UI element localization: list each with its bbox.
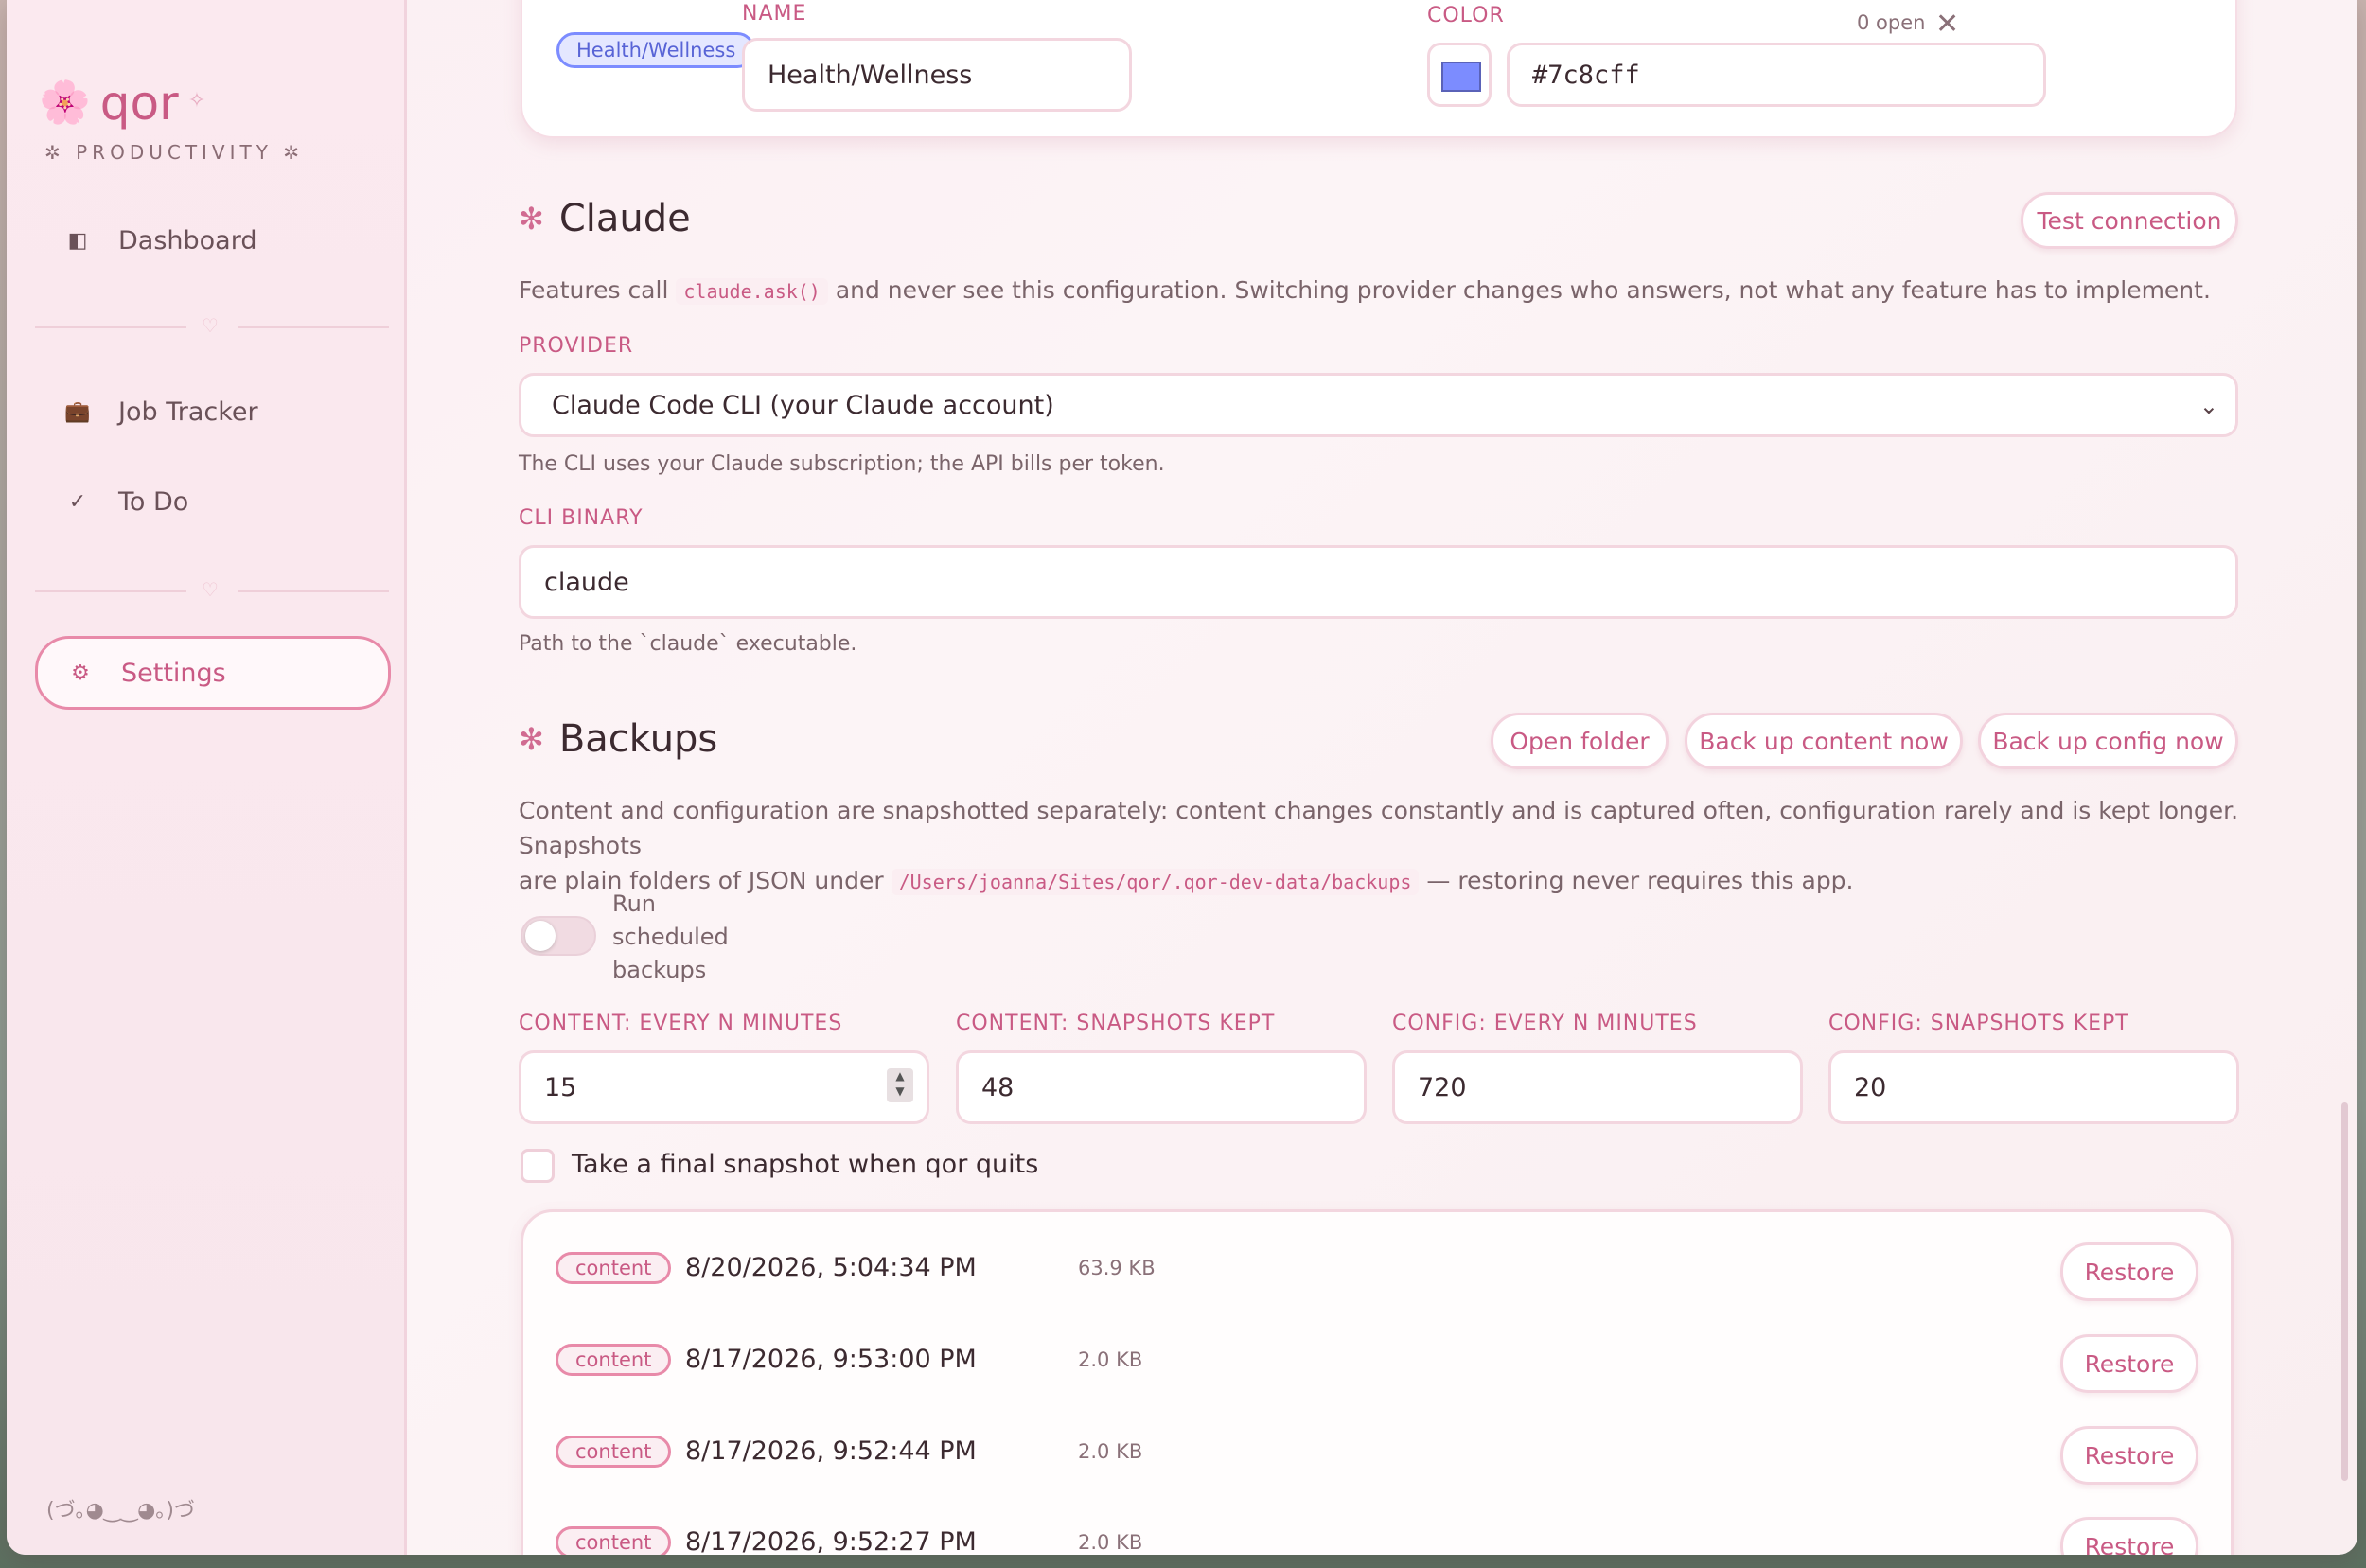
backups-section-title: ✻ Backups xyxy=(519,717,717,761)
snapshot-row: content 8/20/2026, 5:04:34 PM 63.9 KB Re… xyxy=(523,1212,2231,1301)
provider-select[interactable]: Claude Code CLI (your Claude account) ⌄ xyxy=(519,373,2238,437)
app-window: 🌸 qor ✧ ✲ PRODUCTIVITY ✲ ◧ Dashboard ♡ 💼… xyxy=(7,0,2357,1555)
toggle-knob xyxy=(525,921,556,951)
code-snippet: claude.ask() xyxy=(676,278,828,305)
cli-binary-label: CLI BINARY xyxy=(519,506,644,530)
chevron-down-icon: ⌄ xyxy=(2198,393,2218,419)
config-interval-label: CONFIG: EVERY N MINUTES xyxy=(1392,1012,1698,1035)
restore-button[interactable]: Restore xyxy=(2060,1242,2198,1301)
number-stepper[interactable]: ▲ ▼ xyxy=(887,1068,913,1102)
snapshot-row: content 8/17/2026, 9:52:44 PM 2.0 KB Res… xyxy=(523,1396,2231,1485)
restore-button[interactable]: Restore xyxy=(2060,1334,2198,1393)
final-snapshot-checkbox[interactable] xyxy=(521,1149,555,1183)
restore-button[interactable]: Restore xyxy=(2060,1517,2198,1555)
cli-binary-hint: Path to the `claude` executable. xyxy=(519,632,857,656)
config-interval-input[interactable]: 720 xyxy=(1392,1050,1803,1124)
claude-section-title: ✻ Claude xyxy=(519,197,691,240)
content-kept-label: CONTENT: SNAPSHOTS KEPT xyxy=(956,1012,1276,1035)
color-swatch xyxy=(1441,62,1481,92)
color-picker[interactable] xyxy=(1427,43,1492,107)
section-title-text: Backups xyxy=(558,717,718,761)
tag-name-input[interactable]: Health/Wellness xyxy=(742,38,1132,112)
snapshot-row: content 8/17/2026, 9:52:27 PM 2.0 KB Res… xyxy=(523,1487,2231,1555)
scrollbar[interactable] xyxy=(2341,1102,2348,1481)
sidebar-item-job-tracker[interactable]: 💼 Job Tracker xyxy=(35,378,385,446)
sidebar-divider: ♡ xyxy=(35,314,389,339)
restore-button[interactable]: Restore xyxy=(2060,1426,2198,1485)
open-folder-button[interactable]: Open folder xyxy=(1491,713,1669,769)
open-count: 0 open xyxy=(1857,11,1926,34)
claude-description: Features call claude.ask() and never see… xyxy=(519,276,2211,305)
snapshot-date: 8/20/2026, 5:04:34 PM xyxy=(685,1253,977,1282)
heart-icon: ♡ xyxy=(202,578,219,601)
scheduled-backups-toggle[interactable] xyxy=(521,916,596,956)
section-title-text: Claude xyxy=(558,197,691,240)
sparkle-icon: ✧ xyxy=(187,88,206,113)
final-snapshot-label: Take a final snapshot when qor quits xyxy=(572,1150,1039,1179)
snapshot-size: 63.9 KB xyxy=(1078,1257,1156,1279)
provider-selected-value: Claude Code CLI (your Claude account) xyxy=(552,390,1054,420)
flower-icon: 🌸 xyxy=(39,79,91,127)
sidebar-item-label: Job Tracker xyxy=(118,396,258,427)
sidebar-item-settings[interactable]: ⚙ Settings xyxy=(35,636,391,710)
close-icon[interactable]: ✕ xyxy=(1935,8,1959,41)
tag-editor-card: Health/Wellness NAME Health/Wellness COL… xyxy=(521,0,2237,138)
asterisk-icon: ✻ xyxy=(519,721,544,757)
color-label: COLOR xyxy=(1427,4,1505,27)
brand-subtitle: ✲ PRODUCTIVITY ✲ xyxy=(44,141,305,164)
heart-icon: ♡ xyxy=(202,314,219,337)
name-label: NAME xyxy=(742,2,807,26)
brand-logo: 🌸 qor ✧ xyxy=(39,76,205,131)
content-interval-input[interactable]: 15 ▲ ▼ xyxy=(519,1050,929,1124)
sidebar-item-todo[interactable]: ✓ To Do xyxy=(35,467,385,536)
sidebar-divider: ♡ xyxy=(35,578,389,603)
content-kept-input[interactable]: 48 xyxy=(956,1050,1367,1124)
asterisk-icon: ✻ xyxy=(519,201,544,237)
sidebar-item-label: Settings xyxy=(121,658,226,688)
scheduled-backups-label: Run scheduled backups xyxy=(612,890,729,983)
briefcase-icon: 💼 xyxy=(64,399,91,424)
backups-description: Content and configuration are snapshotte… xyxy=(519,797,2239,895)
snapshot-date: 8/17/2026, 9:53:00 PM xyxy=(685,1345,977,1374)
cli-binary-input[interactable]: claude xyxy=(519,545,2238,619)
kaomoji: (づ｡◕‿‿◕｡)づ xyxy=(46,1499,195,1523)
content-interval-label: CONTENT: EVERY N MINUTES xyxy=(519,1012,843,1035)
backup-path: /Users/joanna/Sites/qor/.qor-dev-data/ba… xyxy=(891,869,1420,895)
snapshot-row: content 8/17/2026, 9:53:00 PM 2.0 KB Res… xyxy=(523,1304,2231,1393)
gear-icon: ⚙ xyxy=(71,661,90,685)
sidebar-item-label: Dashboard xyxy=(118,225,257,255)
snapshot-type-badge: content xyxy=(556,1344,672,1376)
config-kept-input[interactable]: 20 xyxy=(1828,1050,2239,1124)
provider-label: PROVIDER xyxy=(519,334,634,358)
snapshot-date: 8/17/2026, 9:52:27 PM xyxy=(685,1527,977,1555)
snapshot-size: 2.0 KB xyxy=(1078,1531,1143,1554)
test-connection-button[interactable]: Test connection xyxy=(2021,192,2238,249)
snapshot-date: 8/17/2026, 9:52:44 PM xyxy=(685,1436,977,1466)
config-kept-label: CONFIG: SNAPSHOTS KEPT xyxy=(1828,1012,2129,1035)
sidebar-item-label: To Do xyxy=(118,486,189,517)
snapshot-type-badge: content xyxy=(556,1526,672,1555)
color-hex-input[interactable]: #7c8cff xyxy=(1507,43,2046,107)
dashboard-icon: ◧ xyxy=(67,228,88,253)
snapshot-type-badge: content xyxy=(556,1436,672,1468)
snapshot-size: 2.0 KB xyxy=(1078,1348,1143,1371)
sidebar-item-dashboard[interactable]: ◧ Dashboard xyxy=(35,206,385,274)
sidebar: 🌸 qor ✧ ✲ PRODUCTIVITY ✲ ◧ Dashboard ♡ 💼… xyxy=(7,0,407,1555)
backup-config-button[interactable]: Back up config now xyxy=(1978,713,2238,769)
snapshot-list: content 8/20/2026, 5:04:34 PM 63.9 KB Re… xyxy=(521,1209,2234,1555)
provider-hint: The CLI uses your Claude subscription; t… xyxy=(519,452,1165,476)
checkmark-icon: ✓ xyxy=(68,489,87,514)
brand-name: qor xyxy=(99,76,179,131)
snapshot-type-badge: content xyxy=(556,1252,672,1284)
backup-content-button[interactable]: Back up content now xyxy=(1685,713,1963,769)
tag-preview-pill: Health/Wellness xyxy=(556,32,756,68)
snapshot-size: 2.0 KB xyxy=(1078,1440,1143,1463)
settings-main: Health/Wellness NAME Health/Wellness COL… xyxy=(409,0,2357,1555)
